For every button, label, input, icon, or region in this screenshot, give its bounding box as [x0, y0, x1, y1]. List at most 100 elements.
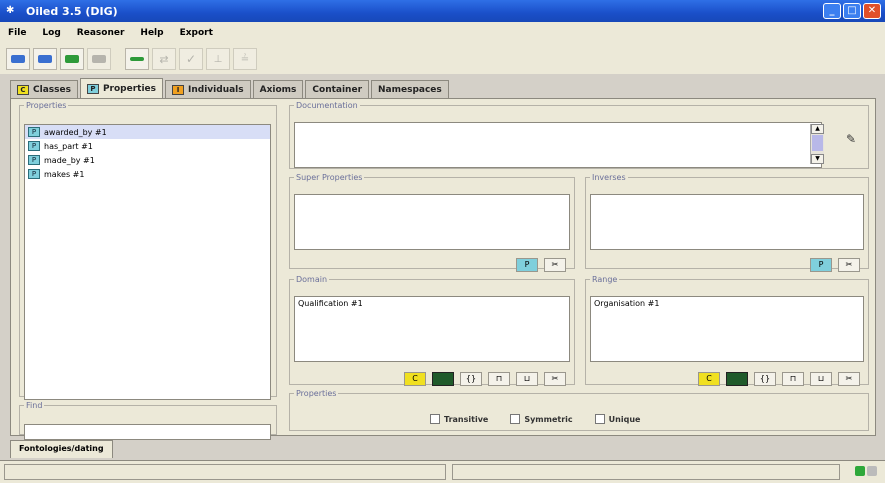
- edit-pencil-icon[interactable]: ✎: [846, 132, 856, 146]
- checkbox-box[interactable]: [510, 414, 521, 424]
- list-item-label: has_part #1: [44, 141, 93, 151]
- inverses-list[interactable]: [590, 194, 864, 250]
- unique-checkbox[interactable]: Unique: [594, 414, 641, 424]
- tab-container-label: Container: [312, 84, 363, 95]
- domain-list[interactable]: Qualification #1: [294, 296, 570, 362]
- menu-file[interactable]: File: [6, 26, 28, 40]
- domain-title: Domain: [296, 275, 328, 284]
- save-icon: [38, 55, 52, 63]
- menu-help[interactable]: Help: [138, 26, 165, 40]
- range-value: Organisation #1: [594, 299, 660, 308]
- classify-all-button[interactable]: ≟: [233, 48, 257, 70]
- tab-namespaces-label: Namespaces: [378, 84, 442, 95]
- status-grey-icon: [867, 466, 877, 476]
- list-item[interactable]: P made_by #1: [25, 153, 270, 167]
- find-input[interactable]: [24, 424, 271, 440]
- remove-icon[interactable]: ✂: [544, 258, 566, 272]
- tab-properties[interactable]: P Properties: [79, 78, 164, 98]
- list-item[interactable]: P awarded_by #1: [25, 125, 270, 139]
- find-group-title: Find: [26, 401, 43, 410]
- tab-classes-label: Classes: [33, 84, 71, 95]
- status-right: [452, 464, 840, 480]
- inverses-group: Inverses P ✂: [585, 173, 869, 272]
- list-item[interactable]: P makes #1: [25, 167, 270, 181]
- status-left: [4, 464, 446, 480]
- documentation-scrollbar[interactable]: ▲ ▼: [810, 124, 824, 164]
- find-group: Find: [19, 401, 277, 440]
- tab-axioms[interactable]: Axioms: [252, 80, 304, 98]
- minimize-button[interactable]: _: [823, 3, 841, 19]
- scroll-down-icon[interactable]: ▼: [811, 154, 824, 164]
- brackets-icon[interactable]: {}: [460, 372, 482, 386]
- db-green-icon: [65, 55, 79, 63]
- menu-reasoner[interactable]: Reasoner: [75, 26, 127, 40]
- property-flags-group: Properties Transitive Symmetric Unique: [289, 389, 869, 431]
- classify-button[interactable]: ⊥: [206, 48, 230, 70]
- check-button[interactable]: ✓: [179, 48, 203, 70]
- transitive-checkbox[interactable]: Transitive: [430, 414, 488, 424]
- documentation-group-title: Documentation: [296, 101, 358, 110]
- disconnect-button[interactable]: ⇄: [152, 48, 176, 70]
- open-icon: [11, 55, 25, 63]
- add-property-icon[interactable]: P: [516, 258, 538, 272]
- checkbox-box[interactable]: [594, 414, 605, 424]
- transitive-label: Transitive: [444, 414, 489, 424]
- connect-icon: [130, 57, 144, 61]
- individuals-icon: I: [172, 84, 185, 95]
- db-green-button[interactable]: [60, 48, 84, 70]
- symmetric-checkbox[interactable]: Symmetric: [510, 414, 573, 424]
- range-group: Range Organisation #1 C {} ⊓ ⊔ ✂: [585, 275, 869, 386]
- add-restriction-icon[interactable]: [432, 372, 454, 386]
- domain-value: Qualification #1: [298, 299, 363, 308]
- checkbox-box[interactable]: [430, 414, 440, 424]
- remove-icon[interactable]: ✂: [544, 372, 566, 386]
- classes-icon: C: [17, 84, 29, 95]
- properties-list[interactable]: P awarded_by #1 P has_part #1 P made_by …: [24, 124, 271, 400]
- super-properties-list[interactable]: [294, 194, 570, 250]
- intersection-icon[interactable]: ⊓: [782, 372, 804, 386]
- list-item[interactable]: P has_part #1: [25, 139, 270, 153]
- property-icon: P: [28, 155, 40, 165]
- union-icon[interactable]: ⊔: [810, 372, 832, 386]
- unique-label: Unique: [608, 414, 641, 424]
- property-icon: P: [28, 141, 40, 151]
- super-properties-group: Super Properties P ✂: [289, 173, 575, 272]
- tab-individuals-label: Individuals: [188, 84, 244, 95]
- menu-export[interactable]: Export: [178, 26, 215, 40]
- open-button[interactable]: [6, 48, 30, 70]
- connect-button[interactable]: [125, 48, 149, 70]
- tab-container[interactable]: Container: [305, 80, 370, 98]
- window-title: Oiled 3.5 (DIG): [26, 4, 118, 18]
- tab-namespaces[interactable]: Namespaces: [371, 80, 449, 98]
- tab-individuals[interactable]: I Individuals: [165, 80, 251, 98]
- union-icon[interactable]: ⊔: [516, 372, 538, 386]
- save-button[interactable]: [33, 48, 57, 70]
- brackets-icon[interactable]: {}: [754, 372, 776, 386]
- tab-classes[interactable]: C Classes: [10, 80, 78, 98]
- scroll-up-icon[interactable]: ▲: [811, 124, 824, 134]
- add-restriction-icon[interactable]: [726, 372, 748, 386]
- tab-axioms-label: Axioms: [259, 84, 297, 95]
- close-button[interactable]: ✕: [863, 3, 881, 19]
- range-list[interactable]: Organisation #1: [590, 296, 864, 362]
- add-class-icon[interactable]: C: [404, 372, 426, 386]
- scroll-thumb[interactable]: [812, 135, 823, 151]
- remove-icon[interactable]: ✂: [838, 258, 860, 272]
- menu-log[interactable]: Log: [40, 26, 62, 40]
- classify-icon: ⊥: [213, 53, 223, 65]
- add-class-icon[interactable]: C: [698, 372, 720, 386]
- maximize-button[interactable]: □: [843, 3, 861, 19]
- db-grey-button[interactable]: [87, 48, 111, 70]
- documentation-textarea[interactable]: [294, 122, 822, 168]
- property-flags-title: Properties: [296, 389, 337, 398]
- disconnect-icon: ⇄: [159, 52, 169, 66]
- super-properties-title: Super Properties: [296, 173, 363, 182]
- documentation-group: Documentation ▲ ▼ ✎: [289, 101, 869, 169]
- bottom-tab[interactable]: Fontologies/dating: [10, 440, 113, 458]
- intersection-icon[interactable]: ⊓: [488, 372, 510, 386]
- remove-icon[interactable]: ✂: [838, 372, 860, 386]
- add-property-icon[interactable]: P: [810, 258, 832, 272]
- property-icon: P: [28, 127, 40, 137]
- app-icon: ✱: [6, 5, 15, 16]
- classify-all-icon: ≟: [240, 53, 250, 65]
